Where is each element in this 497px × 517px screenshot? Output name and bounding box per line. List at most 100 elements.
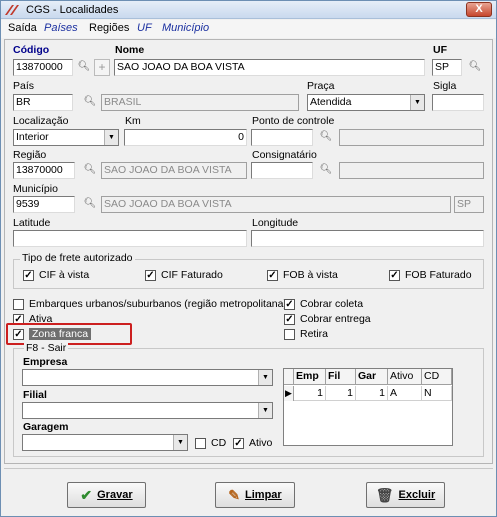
garagem-label: Garagem <box>23 421 69 433</box>
garagem-select[interactable]: ▼ <box>22 434 188 451</box>
empresa-grid[interactable]: Emp Fil Gar Ativo CD ▶ 1 1 1 A N <box>283 368 453 446</box>
ponto-controle-input[interactable] <box>251 129 313 146</box>
gravar-label: Gravar <box>97 489 133 501</box>
sigla-input[interactable] <box>432 94 484 111</box>
pais-search-icon[interactable]: 🔍︎ <box>81 94 99 111</box>
municipio-uf-field: SP <box>454 196 484 213</box>
cobrar-entrega-label: Cobrar entrega <box>300 313 371 325</box>
embarques-label: Embarques urbanos/suburbanos (região met… <box>29 298 287 310</box>
chevron-down-icon: ▼ <box>258 370 272 385</box>
sigla-label: Sigla <box>433 80 457 92</box>
app-logo-icon <box>5 5 19 15</box>
ativo-checkbox[interactable]: ✓ Ativo <box>233 437 272 449</box>
ponto-controle-search-icon[interactable]: 🔍︎ <box>317 129 335 146</box>
km-input[interactable]: 0 <box>124 129 247 146</box>
footer-divider <box>4 468 493 469</box>
consignatario-input[interactable] <box>251 162 313 179</box>
localizacao-select[interactable]: Interior ▼ <box>13 129 119 146</box>
praca-label: Praça <box>307 80 335 92</box>
praca-value: Atendida <box>310 96 352 108</box>
check-icon: ✓ <box>267 269 278 281</box>
nome-input[interactable]: SAO JOAO DA BOA VISTA <box>114 59 425 76</box>
cobrar-coleta-label: Cobrar coleta <box>300 298 364 310</box>
retira-label: Retira <box>300 328 329 340</box>
chevron-down-icon: ▼ <box>410 95 424 110</box>
grid-cell-emp[interactable]: 1 <box>294 386 326 401</box>
consignatario-search-icon[interactable]: 🔍︎ <box>317 162 335 179</box>
cif-vista-checkbox[interactable]: ✓ CIF à vista <box>23 269 89 281</box>
regiao-name-field: SAO JOAO DA BOA VISTA <box>101 162 247 179</box>
regiao-label: Região <box>13 149 47 161</box>
check-icon: ✓ <box>284 298 295 310</box>
grid-header-cd[interactable]: CD <box>422 369 452 385</box>
fob-vista-label: FOB à vista <box>283 269 338 281</box>
municipio-name-field: SAO JOAO DA BOA VISTA <box>101 196 451 213</box>
excluir-button[interactable]: 🗑︎ Excluir <box>366 482 445 508</box>
cobrar-entrega-checkbox[interactable]: ✓ Cobrar entrega <box>284 313 371 325</box>
latitude-input[interactable] <box>13 230 247 247</box>
menu-paises[interactable]: Países <box>44 22 78 34</box>
empresa-label: Empresa <box>23 356 68 368</box>
cif-faturado-checkbox[interactable]: ✓ CIF Faturado <box>145 269 223 281</box>
regiao-code-input[interactable]: 13870000 <box>13 162 75 179</box>
cd-checkbox[interactable]: CD <box>195 437 226 449</box>
longitude-label: Longitude <box>252 217 299 229</box>
limpar-button[interactable]: ✎ Limpar <box>215 482 295 508</box>
check-icon: ✓ <box>389 269 400 281</box>
check-icon: ✓ <box>23 269 34 281</box>
codigo-label: Código <box>13 44 50 56</box>
retira-checkbox[interactable]: Retira <box>284 328 328 340</box>
menu-municipio[interactable]: Município <box>162 22 209 34</box>
regiao-search-icon[interactable]: 🔍︎ <box>81 162 99 179</box>
filial-select[interactable]: ▼ <box>22 402 273 419</box>
localizacao-value: Interior <box>16 131 49 143</box>
embarques-checkbox[interactable]: Embarques urbanos/suburbanos (região met… <box>13 298 287 310</box>
grid-cell-ativo[interactable]: A <box>388 386 422 401</box>
f8-group-title: F8 - Sair <box>24 342 69 354</box>
municipio-code-input[interactable]: 9539 <box>13 196 75 213</box>
menu-saida[interactable]: Saída <box>8 22 37 34</box>
menu-regioes[interactable]: Regiões <box>89 22 129 34</box>
ativo-label: Ativo <box>249 437 273 449</box>
chevron-down-icon: ▼ <box>258 403 272 418</box>
grid-header-gar[interactable]: Gar <box>356 369 388 385</box>
km-label: Km <box>125 115 141 127</box>
grid-header-ativo[interactable]: Ativo <box>388 369 422 385</box>
uf-label: UF <box>433 44 447 56</box>
codigo-search-icon[interactable]: 🔍︎ <box>75 59 93 76</box>
uf-search-icon[interactable]: 🔍︎ <box>466 59 484 76</box>
municipio-search-icon[interactable]: 🔍︎ <box>81 196 99 213</box>
add-icon[interactable]: + <box>94 59 110 76</box>
chevron-down-icon: ▼ <box>173 435 187 450</box>
grid-cell-gar[interactable]: 1 <box>356 386 388 401</box>
window-title: CGS - Localidades <box>26 4 119 16</box>
menu-bar: Saída Países Regiões UF Município <box>1 20 496 38</box>
pais-code-input[interactable]: BR <box>13 94 73 111</box>
uf-input[interactable]: SP <box>432 59 462 76</box>
fob-faturado-label: FOB Faturado <box>405 269 472 281</box>
filial-label: Filial <box>23 389 47 401</box>
cif-vista-label: CIF à vista <box>39 269 90 281</box>
grid-cell-cd[interactable]: N <box>422 386 452 401</box>
latitude-label: Latitude <box>13 217 51 229</box>
cobrar-coleta-checkbox[interactable]: ✓ Cobrar coleta <box>284 298 363 310</box>
empresa-select[interactable]: ▼ <box>22 369 273 386</box>
gravar-button[interactable]: ✔ Gravar <box>67 482 146 508</box>
codigo-input[interactable]: 13870000 <box>13 59 73 76</box>
row-pointer-icon: ▶ <box>284 386 294 401</box>
checkmark-icon: ✔ <box>80 486 93 503</box>
grid-header-emp[interactable]: Emp <box>294 369 326 385</box>
fob-faturado-checkbox[interactable]: ✓ FOB Faturado <box>389 269 472 281</box>
grid-header-fil[interactable]: Fil <box>326 369 356 385</box>
menu-uf[interactable]: UF <box>137 22 152 34</box>
pais-label: País <box>13 80 35 92</box>
praca-select[interactable]: Atendida ▼ <box>307 94 425 111</box>
fob-vista-checkbox[interactable]: ✓ FOB à vista <box>267 269 338 281</box>
broom-icon: ✎ <box>228 486 241 503</box>
longitude-input[interactable] <box>251 230 484 247</box>
limpar-label: Limpar <box>245 489 282 501</box>
grid-cell-fil[interactable]: 1 <box>326 386 356 401</box>
close-button[interactable]: X <box>466 2 492 17</box>
check-icon: ✓ <box>233 437 244 449</box>
localidades-window: CGS - Localidades X Saída Países Regiões… <box>0 0 497 517</box>
